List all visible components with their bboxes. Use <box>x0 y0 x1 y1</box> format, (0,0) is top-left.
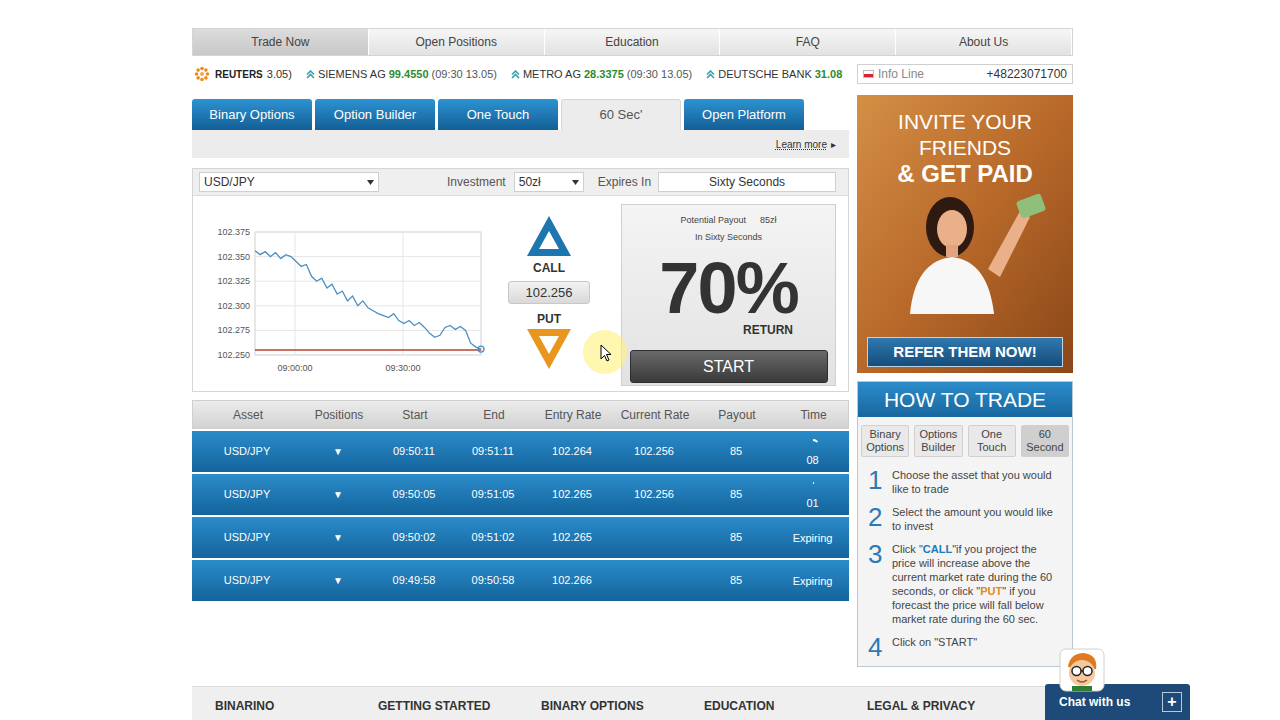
table-row[interactable]: USD/JPY▼09:50:0209:51:02102.26585Expirin… <box>192 517 849 558</box>
current-price: 102.256 <box>508 281 590 304</box>
cursor-icon <box>600 344 612 362</box>
svg-text:102.325: 102.325 <box>217 276 250 286</box>
start-button[interactable]: START <box>630 350 828 383</box>
footer-link[interactable]: LEGAL & PRIVACY <box>844 687 1007 720</box>
up-chevrons-icon <box>511 70 520 79</box>
how-to-trade: HOW TO TRADEBinary OptionsOptions Builde… <box>857 381 1073 667</box>
svg-text:102.275: 102.275 <box>217 325 250 335</box>
info-line[interactable]: Info Line+48223071700 <box>857 64 1073 84</box>
put-button-icon[interactable] <box>527 329 571 369</box>
table-row[interactable]: USD/JPY▼09:50:1109:51:11102.264102.25685… <box>192 431 849 472</box>
product-tab[interactable]: One Touch <box>438 99 558 130</box>
investment-select[interactable]: 50zł <box>514 172 584 192</box>
svg-text:102.350: 102.350 <box>217 252 250 262</box>
step: 4Click on "START" <box>868 634 1062 660</box>
up-chevrons-icon <box>306 70 315 79</box>
reuters-logo-icon <box>194 66 210 82</box>
learn-more-strip: Learn more▸ <box>192 130 849 158</box>
column-header: Asset <box>193 406 303 424</box>
ticker-row: REUTERS 3.05) SIEMENS AG99.4550(09:30 13.0… <box>192 65 1073 83</box>
product-tab[interactable]: Option Builder <box>315 99 435 130</box>
asset-select[interactable]: USD/JPY <box>199 172 379 192</box>
call-button-icon[interactable] <box>527 216 571 256</box>
referral-banner: INVITE YOURFRIENDS& GET PAIDREFER THEM N… <box>857 95 1073 373</box>
how-to-tab[interactable]: One Touch <box>968 425 1016 457</box>
step: 3Click "CALL"if you project the price wi… <box>868 541 1062 626</box>
step: 1Choose the asset that you would like to… <box>868 467 1062 496</box>
ticker-source: REUTERS <box>215 67 263 82</box>
svg-text:09:00:00: 09:00:00 <box>277 363 312 373</box>
column-header: Start <box>375 406 455 424</box>
nav-tab[interactable]: Open Positions <box>369 29 545 55</box>
ticker-item[interactable]: DEUTSCHE BANK31.08 <box>706 66 842 83</box>
table-row[interactable]: USD/JPY▼09:50:0509:51:05102.265102.25685… <box>192 474 849 515</box>
call-label: CALL <box>533 259 565 277</box>
product-tab[interactable]: Binary Options <box>192 99 312 130</box>
expires-label: Expires In <box>598 173 651 191</box>
flag-icon <box>863 70 874 78</box>
svg-text:09:30:00: 09:30:00 <box>386 363 421 373</box>
nav-tab[interactable]: FAQ <box>720 29 896 55</box>
learn-more-link[interactable]: Learn more <box>776 137 827 152</box>
photo-icon <box>870 189 1060 314</box>
footer: BINARINOGETTING STARTEDBINARY OPTIONSEDU… <box>192 686 1073 720</box>
table-row[interactable]: USD/JPY▼09:49:5809:50:58102.26685Expirin… <box>192 560 849 601</box>
svg-text:102.375: 102.375 <box>217 227 250 237</box>
step: 2Select the amount you would like to inv… <box>868 504 1062 533</box>
payout-box: Potential Payout85złIn Sixty Seconds70%R… <box>621 204 836 386</box>
refer-button[interactable]: REFER THEM NOW! <box>867 337 1063 367</box>
svg-text:102.250: 102.250 <box>217 350 250 360</box>
column-header: Time <box>777 406 850 424</box>
chat-avatar-icon <box>1058 647 1106 693</box>
ticker-fragment: 3.05) <box>267 66 292 83</box>
product-tab[interactable]: 60 Sec' <box>561 99 681 130</box>
svg-text:102.300: 102.300 <box>217 301 250 311</box>
chat-expand-button[interactable]: + <box>1162 692 1182 712</box>
footer-link[interactable]: EDUCATION <box>681 687 844 720</box>
trade-panel: USD/JPY Investment 50zł Expires In Sixty Sec… <box>192 168 849 392</box>
put-label: PUT <box>537 310 561 328</box>
countdown-icon <box>805 481 821 497</box>
nav-tab[interactable]: Education <box>545 29 721 55</box>
how-to-tab[interactable]: Options Builder <box>914 425 962 457</box>
product-tab[interactable]: Open Platform <box>684 99 804 130</box>
column-header: Entry Rate <box>533 406 613 424</box>
ticker-item[interactable]: METRO AG28.3375(09:30 13.05) <box>511 66 692 83</box>
footer-link[interactable]: BINARINO <box>192 687 355 720</box>
how-to-tab[interactable]: Binary Options <box>861 425 909 457</box>
countdown-icon <box>805 438 821 454</box>
nav-tab[interactable]: About Us <box>896 29 1072 55</box>
how-to-tab[interactable]: 60 Second <box>1021 425 1069 457</box>
expires-field[interactable]: Sixty Seconds <box>658 172 836 192</box>
column-header: Payout <box>697 406 777 424</box>
side-column: INVITE YOURFRIENDS& GET PAIDREFER THEM N… <box>857 95 1073 667</box>
column-header: Positions <box>303 406 375 424</box>
up-chevrons-icon <box>706 70 715 79</box>
ticker-item[interactable]: SIEMENS AG99.4550(09:30 13.05) <box>306 66 497 83</box>
dropdown-arrow-icon <box>367 180 374 185</box>
page: Trade NowOpen PositionsEducationFAQAbout… <box>0 0 1280 720</box>
top-nav: Trade NowOpen PositionsEducationFAQAbout… <box>192 28 1073 56</box>
nav-tab[interactable]: Trade Now <box>193 29 369 55</box>
investment-label: Investment <box>447 173 506 191</box>
main-column: Binary OptionsOption BuilderOne Touch60 … <box>192 95 849 667</box>
product-tabs: Binary OptionsOption BuilderOne Touch60 … <box>192 99 849 130</box>
column-header: Current Rate <box>613 406 697 424</box>
footer-link[interactable]: GETTING STARTED <box>355 687 518 720</box>
column-header: End <box>455 406 533 424</box>
positions-table: AssetPositionsStartEndEntry RateCurrent … <box>192 400 849 601</box>
price-chart: 102.375 102.350 102.325 102.300 102.275 102.2… <box>200 204 490 384</box>
dropdown-arrow-icon <box>572 180 579 185</box>
footer-link[interactable]: BINARY OPTIONS <box>518 687 681 720</box>
return-percent: 70% <box>659 252 798 324</box>
